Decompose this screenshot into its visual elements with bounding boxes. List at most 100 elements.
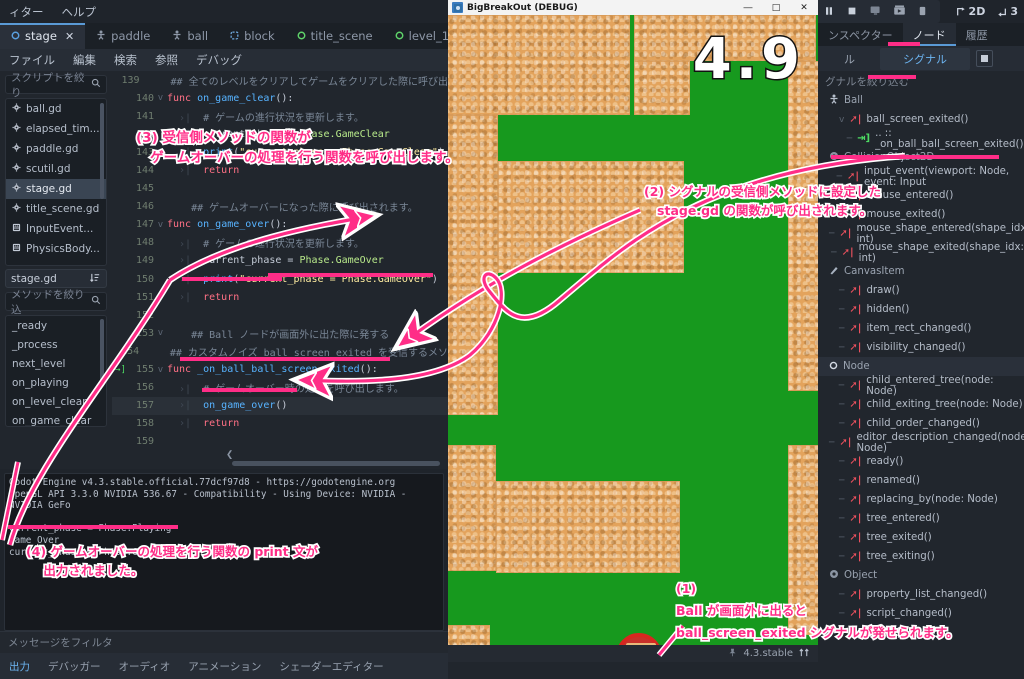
- view-3d-button[interactable]: 3: [991, 5, 1024, 18]
- scene-tab-block[interactable]: block: [219, 23, 286, 49]
- minimize-icon[interactable]: ―: [734, 0, 762, 15]
- script-item-PhysicsBody...[interactable]: PhysicsBody...: [6, 239, 106, 259]
- code-line-139[interactable]: 139 ## 全てのレベルをクリアしてゲームをクリアした際に呼び出: [112, 71, 448, 89]
- bottom-tab-アニメーション[interactable]: アニメーション: [179, 659, 270, 674]
- script-list[interactable]: ball.gd elapsed_tim... paddle.gd scutil.gd s…: [5, 98, 107, 266]
- stop-icon[interactable]: [846, 2, 858, 21]
- play-scene-icon[interactable]: [869, 2, 882, 21]
- scene-tab-paddle[interactable]: paddle: [85, 23, 161, 49]
- bottom-tab-デバッガー[interactable]: デバッガー: [39, 659, 110, 674]
- method-list[interactable]: _ready _process next_level on_playing on_lev…: [5, 315, 107, 427]
- script-menu-デバッグ[interactable]: デバッグ: [187, 52, 251, 68]
- script-menu-編集[interactable]: 編集: [64, 52, 105, 68]
- output-filter-input[interactable]: メッセージをフィルタ: [0, 631, 448, 653]
- code-line-140[interactable]: 140 v func on_game_clear():: [112, 89, 448, 107]
- method-item-on_playing[interactable]: on_playing: [6, 373, 106, 392]
- scene-tab-stage[interactable]: stage ✕: [0, 23, 86, 49]
- code-line-146[interactable]: 146 ## ゲームオーバーになった際に呼び出されます。: [112, 198, 448, 216]
- pause-icon[interactable]: [823, 2, 835, 21]
- method-filter-input[interactable]: メソッドを絞り込: [5, 289, 107, 316]
- menu-item-editor[interactable]: ィター: [0, 4, 53, 20]
- signal-row-renamed[interactable]: ─ ➚| renamed(): [818, 471, 1024, 490]
- code-line-149[interactable]: 149 ›| current_phase = Phase.GameOver: [112, 252, 448, 270]
- code-line-148[interactable]: 148 ›| # ゲームの進行状況を更新します。: [112, 234, 448, 252]
- signal-row-ready[interactable]: ─ ➚| ready(): [818, 452, 1024, 471]
- code-line-150[interactable]: 150 ›| print("current_phase = Phase.Game…: [112, 270, 448, 288]
- signal-row-editor_description_changednodeNo[interactable]: ─ ➚| editor_description_changed(node: Node…: [818, 432, 1024, 454]
- menu-item-help[interactable]: ヘルプ: [53, 4, 106, 20]
- code-line-151[interactable]: 151 ›| return: [112, 288, 448, 306]
- bottom-tab-オーディオ[interactable]: オーディオ: [110, 659, 180, 674]
- code-line-152[interactable]: 152: [112, 306, 448, 324]
- script-menu-検索[interactable]: 検索: [105, 52, 146, 68]
- fold-toggle-icon[interactable]: v: [154, 328, 167, 338]
- signal-row-Ball[interactable]: Ball: [818, 91, 1024, 110]
- signal-row-child_entered_treenodeNode[interactable]: ─ ➚| child_entered_tree(node: Node): [818, 375, 1024, 397]
- close-icon[interactable]: ✕: [790, 0, 818, 15]
- view-2d-button[interactable]: 2D: [950, 5, 992, 18]
- signal-row-child_order_changed[interactable]: ─ ➚| child_order_changed(): [818, 414, 1024, 433]
- fold-toggle-icon[interactable]: v: [154, 93, 167, 103]
- signal-row-mouse_shape_enteredshape_idxint[interactable]: ─ ➚| mouse_shape_entered(shape_idx: int): [818, 223, 1024, 245]
- signal-row-mouse_shape_exitedshape_idxint[interactable]: ─ ➚| mouse_shape_exited(shape_idx: int): [818, 242, 1024, 264]
- signal-row-ball_screen_exited[interactable]: v ➚| ball_screen_exited(): [818, 110, 1024, 129]
- script-item-ball.gd[interactable]: ball.gd: [6, 99, 106, 119]
- script-item-scutil.gd[interactable]: scutil.gd: [6, 159, 106, 179]
- game-canvas[interactable]: 4.9 4.3.stable: [448, 15, 818, 662]
- signal-row-Node[interactable]: Node: [818, 357, 1024, 376]
- script-menu-ファイル[interactable]: ファイル: [0, 52, 64, 68]
- signal-row-tree_exited[interactable]: ─ ➚| tree_exited(): [818, 528, 1024, 547]
- signal-row-replacing_bynodeNode[interactable]: ─ ➚| replacing_by(node: Node): [818, 490, 1024, 509]
- script-item-stage.gd[interactable]: stage.gd: [6, 179, 106, 199]
- remote-debug-icon[interactable]: [917, 2, 928, 21]
- subtab-シグナル[interactable]: シグナル: [880, 47, 970, 70]
- signal-row-CollisionObject2D[interactable]: CollisionObject2D: [818, 148, 1024, 167]
- dock-tab-ノード[interactable]: ノード: [902, 23, 956, 46]
- script-item-InputEvent...[interactable]: InputEvent...: [6, 219, 106, 239]
- code-horizontal-scrollbar[interactable]: [232, 461, 440, 466]
- breakpoint-marker[interactable]: →]: [112, 365, 128, 375]
- signal-row-tree_entered[interactable]: ─ ➚| tree_entered(): [818, 509, 1024, 528]
- bottom-tab-出力[interactable]: 出力: [0, 659, 39, 674]
- chevron-left-icon[interactable]: ❮: [226, 447, 233, 461]
- subtab-ル[interactable]: ル: [821, 48, 878, 70]
- code-line-154[interactable]: 154 ## カスタムノイズ ball_screen_exited を受信するメ…: [112, 342, 448, 360]
- method-item-on_game_clear[interactable]: on_game_clear: [6, 411, 106, 427]
- signal-row-hidden[interactable]: ─ ➚| hidden(): [818, 300, 1024, 319]
- code-line-156[interactable]: 156 ›| # ゲームオーバー時の処理を呼び出します。: [112, 379, 448, 397]
- expand-toggle-icon[interactable]: v: [839, 115, 844, 125]
- script-item-elapsed_tim...[interactable]: elapsed_tim...: [6, 119, 106, 139]
- code-line-159[interactable]: 159: [112, 433, 448, 451]
- method-item-next_level[interactable]: next_level: [6, 354, 106, 373]
- signal-row-tree_exiting[interactable]: ─ ➚| tree_exiting(): [818, 547, 1024, 566]
- group-icon[interactable]: [976, 50, 993, 67]
- script-list-scrollbar[interactable]: [100, 103, 104, 199]
- code-line-155[interactable]: →] 155 v func _on_ball_ball_screen_exited()…: [112, 361, 448, 379]
- layout-icon[interactable]: [799, 648, 810, 660]
- signal-row-visibility_changed[interactable]: ─ ➚| visibility_changed(): [818, 338, 1024, 357]
- code-line-147[interactable]: 147 v func on_game_over():: [112, 216, 448, 234]
- pin-icon[interactable]: [728, 648, 737, 660]
- maximize-icon[interactable]: □: [762, 0, 790, 15]
- code-line-158[interactable]: 158 ›| return: [112, 415, 448, 433]
- fold-toggle-icon[interactable]: v: [154, 220, 167, 230]
- dock-tab-ンスペクター[interactable]: ンスペクター: [818, 23, 903, 46]
- method-item-_process[interactable]: _process: [6, 335, 106, 354]
- signal-row-item_rect_changed[interactable]: ─ ➚| item_rect_changed(): [818, 319, 1024, 338]
- method-list-scrollbar[interactable]: [100, 319, 104, 387]
- code-line-141[interactable]: 141 ›| # ゲームの進行状況を更新します。: [112, 107, 448, 125]
- game-window-titlebar[interactable]: BigBreakOut (DEBUG) ― □ ✕: [448, 0, 818, 15]
- method-item-_ready[interactable]: _ready: [6, 316, 106, 335]
- script-menu-参照[interactable]: 参照: [146, 52, 187, 68]
- signal-row-child_exiting_treenodeNode[interactable]: ─ ➚| child_exiting_tree(node: Node): [818, 395, 1024, 414]
- sort-icon[interactable]: [90, 272, 101, 286]
- scene-tab-ball[interactable]: ball: [161, 23, 219, 49]
- dock-tab-履歴[interactable]: 履歴: [956, 23, 998, 46]
- signal-row-_on_ball_ball_screen_exited[interactable]: ─ ⇥] .. :: _on_ball_ball_screen_exited(): [818, 128, 1024, 150]
- signal-row-draw[interactable]: ─ ➚| draw(): [818, 281, 1024, 300]
- script-item-title_scene.gd[interactable]: title_scene.gd: [6, 199, 106, 219]
- signal-row-CanvasItem[interactable]: CanvasItem: [818, 262, 1024, 281]
- bottom-tab-シェーダーエディター[interactable]: シェーダーエディター: [270, 659, 392, 674]
- fold-toggle-icon[interactable]: v: [154, 365, 167, 375]
- code-line-145[interactable]: 145: [112, 180, 448, 198]
